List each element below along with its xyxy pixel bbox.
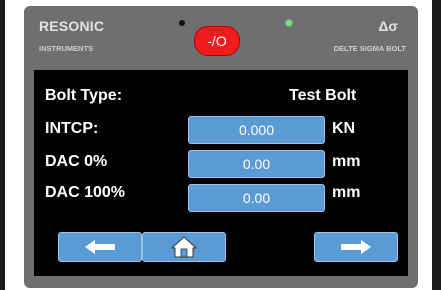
intcp-label: INTCP: <box>45 120 99 137</box>
dac0-field[interactable]: 0.00 <box>188 150 325 178</box>
dac0-label: DAC 0% <box>45 153 108 170</box>
window-frame-left <box>0 0 5 290</box>
bolt-type-value: Test Bolt <box>289 87 357 104</box>
window-frame-right <box>432 0 441 290</box>
status-led-left <box>179 20 185 26</box>
forward-button[interactable] <box>314 232 398 262</box>
home-button[interactable] <box>142 232 226 262</box>
brand-title: RESONIC <box>39 18 105 34</box>
dac100-unit: mm <box>332 184 361 201</box>
back-button[interactable] <box>58 232 142 262</box>
dac0-unit: mm <box>332 153 361 170</box>
intcp-unit: KN <box>332 120 356 137</box>
product-title: Δσ <box>378 18 398 34</box>
arrow-right-icon <box>341 240 371 254</box>
product-subtitle: DELTE SIGMA BOLT <box>333 44 406 53</box>
brand-subtitle: INSTRUMENTS <box>39 44 94 53</box>
intcp-field[interactable]: 0.000 <box>188 116 325 144</box>
dac100-label: DAC 100% <box>45 184 126 201</box>
bolt-type-label: Bolt Type: <box>45 87 123 104</box>
power-button[interactable]: -/O <box>194 26 240 56</box>
device-panel: RESONIC INSTRUMENTS -/O Δσ DELTE SIGMA B… <box>24 6 418 288</box>
display-screen: Bolt Type: Test Bolt INTCP: 0.000 KN DAC… <box>34 70 408 276</box>
status-led-right <box>286 20 292 26</box>
arrow-left-icon <box>85 240 115 254</box>
home-icon <box>171 236 197 258</box>
dac100-field[interactable]: 0.00 <box>188 184 325 212</box>
